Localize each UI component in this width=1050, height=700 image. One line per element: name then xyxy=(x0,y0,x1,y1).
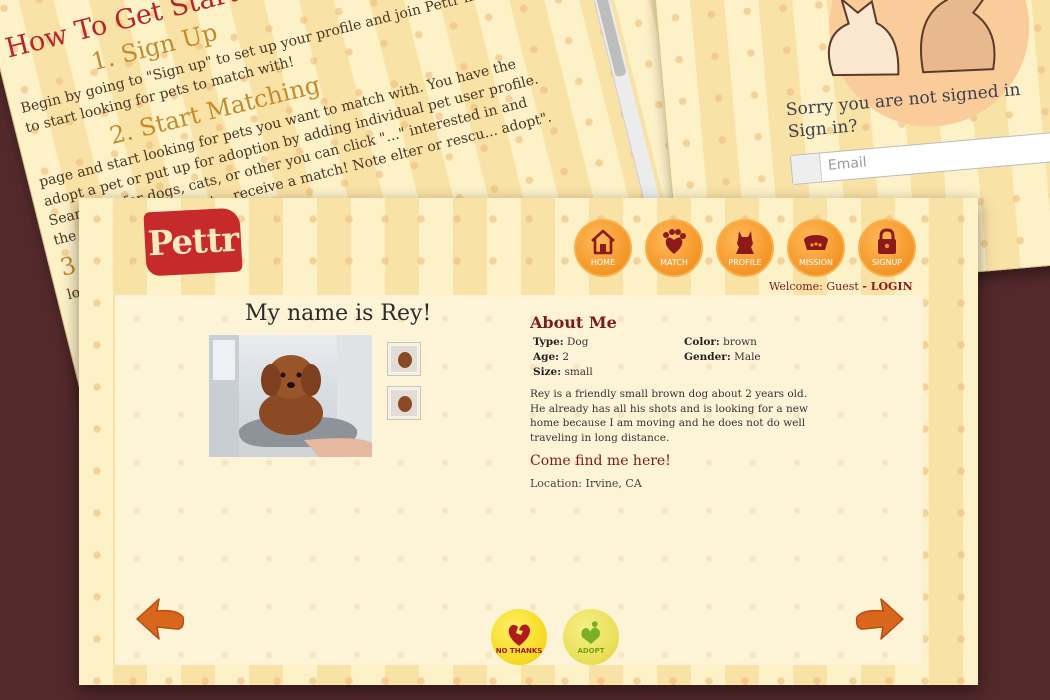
hug-heart-icon xyxy=(581,621,600,644)
nav-home-button[interactable]: HOME xyxy=(574,219,632,277)
fact-size-label: Size: xyxy=(533,366,562,378)
welcome-guest-text: Welcome: Guest xyxy=(769,280,859,293)
pet-thumbnail-2[interactable] xyxy=(387,386,421,420)
fact-age: Age: 2 xyxy=(533,350,684,364)
pettr-logo[interactable]: Pettr xyxy=(143,207,243,277)
fact-color: Color: brown xyxy=(684,335,834,349)
padlock-icon xyxy=(878,228,896,254)
pet-thumbnail-1-image xyxy=(391,346,417,372)
pet-bowl-icon xyxy=(804,235,828,250)
fact-type-value: Dog xyxy=(567,336,589,348)
fact-size-value: small xyxy=(564,366,593,378)
pettr-main-window: Pettr HOME MATCH PROFILE MISSION SIGNUP xyxy=(79,198,978,685)
pet-name-heading: My name is Rey! xyxy=(245,301,432,326)
find-me-heading: Come find me here! xyxy=(530,453,671,469)
pet-facts: Type: Dog Color: brown Age: 2 Gender: Ma… xyxy=(533,335,830,379)
fact-gender-label: Gender: xyxy=(684,351,731,363)
fact-gender: Gender: Male xyxy=(684,350,834,364)
house-icon xyxy=(591,229,615,255)
fact-size: Size: small xyxy=(533,365,684,379)
main-nav: HOME MATCH PROFILE MISSION SIGNUP xyxy=(574,219,916,277)
site-header: Pettr HOME MATCH PROFILE MISSION SIGNUP xyxy=(79,198,978,295)
nav-profile-button[interactable]: PROFILE xyxy=(716,219,774,277)
no-thanks-label: NO THANKS xyxy=(495,647,543,655)
previous-arrow-icon[interactable] xyxy=(133,595,187,643)
broken-heart-icon xyxy=(508,624,531,646)
pet-profile-panel: My name is Rey! About Me Type: Dog Color… xyxy=(115,295,923,665)
nav-match-label: MATCH xyxy=(660,258,688,267)
pet-location: Location: Irvine, CA xyxy=(530,477,642,490)
pet-thumbnail-1[interactable] xyxy=(387,342,421,376)
nav-mission-label: MISSION xyxy=(798,258,834,267)
nav-signup-label: SIGNUP xyxy=(871,258,903,267)
next-arrow-icon[interactable] xyxy=(853,595,907,643)
nav-mission-button[interactable]: MISSION xyxy=(787,219,845,277)
adopt-label: ADOPT xyxy=(577,647,605,655)
fact-gender-value: Male xyxy=(734,351,761,363)
nav-home-label: HOME xyxy=(590,258,616,267)
nav-match-button[interactable]: MATCH xyxy=(645,219,703,277)
paw-heart-icon xyxy=(663,229,686,254)
fact-color-label: Color: xyxy=(684,336,720,348)
about-me-heading: About Me xyxy=(530,313,617,332)
puppy-in-hand-image xyxy=(209,335,372,457)
login-link[interactable]: - LOGIN xyxy=(862,280,912,293)
pet-description: Rey is a friendly small brown dog about … xyxy=(530,388,808,444)
welcome-line: Welcome: Guest - LOGIN xyxy=(769,280,913,293)
fact-color-value: brown xyxy=(723,336,757,348)
nav-profile-label: PROFILE xyxy=(728,258,762,267)
fact-age-value: 2 xyxy=(562,351,570,363)
fact-type: Type: Dog xyxy=(533,335,684,349)
about-me-section: About Me Type: Dog Color: brown Age: 2 G… xyxy=(530,313,830,490)
adopt-button[interactable]: ADOPT xyxy=(563,609,619,665)
fact-age-label: Age: xyxy=(533,351,560,363)
nav-signup-button[interactable]: SIGNUP xyxy=(858,219,916,277)
fact-type-label: Type: xyxy=(533,336,564,348)
no-thanks-button[interactable]: NO THANKS xyxy=(491,609,547,665)
pet-thumbnail-2-image xyxy=(391,390,417,416)
cat-silhouette-icon xyxy=(736,231,754,254)
pet-main-photo xyxy=(209,335,372,457)
